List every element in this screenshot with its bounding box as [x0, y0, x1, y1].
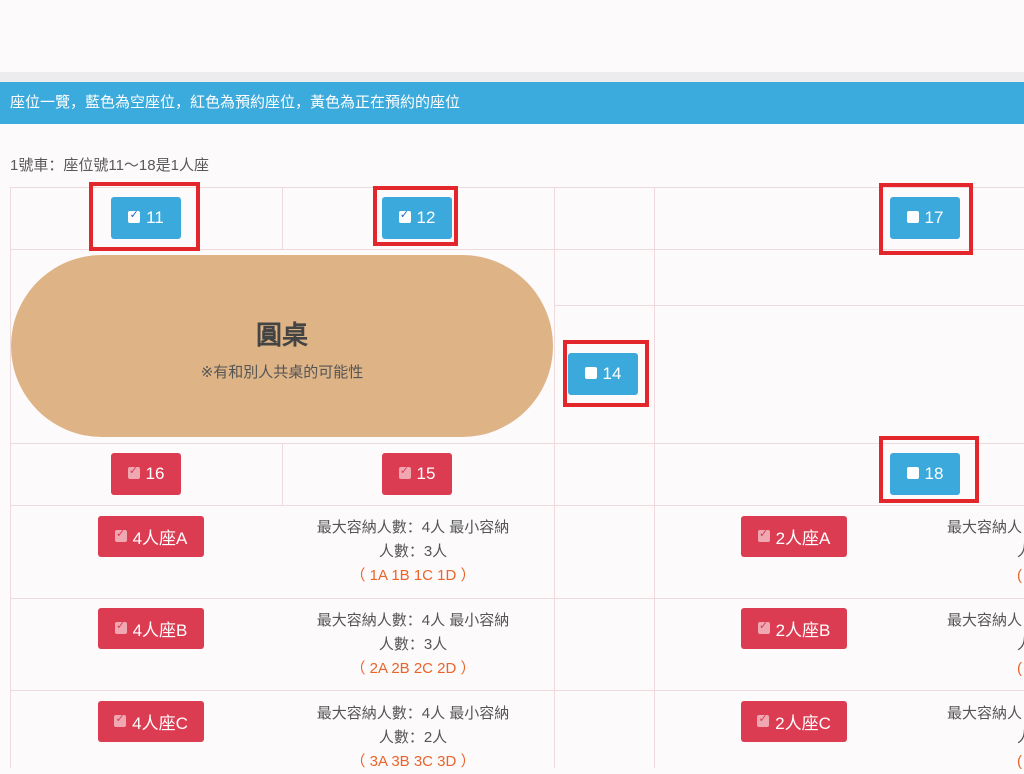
round-table: 圓桌 ※有和別人共桌的可能性 [11, 255, 553, 437]
checkbox-checked-icon[interactable] [398, 464, 411, 479]
round-table-note: ※有和別人共桌的可能性 [200, 364, 364, 381]
checkbox-checked-icon[interactable] [127, 464, 140, 479]
capacity-text: 最大容納人 [947, 519, 1023, 536]
capacity-text: 人 [947, 633, 1024, 657]
capacity-text: 人數：3人 [378, 636, 448, 653]
capacity-text: 最大容納人 [947, 612, 1023, 629]
seat-18-highlight [879, 436, 979, 503]
group-seat-b-button[interactable]: 4人座B [98, 608, 204, 649]
grid-line [10, 443, 1024, 444]
checkbox-checked-icon[interactable] [114, 619, 127, 634]
checkbox-checked-icon[interactable] [757, 712, 770, 727]
pair-seat-label: 2人座A [775, 529, 831, 548]
capacity-text: 最大容納人數：4人 最小容納 [316, 612, 510, 629]
capacity-text: 人數：3人 [378, 543, 448, 560]
grid-line [10, 690, 1024, 691]
grid-line [554, 305, 1024, 306]
seat-14-highlight [563, 340, 649, 407]
seat-legend-banner: 座位一覽，藍色為空座位，紅色為預約座位，黃色為正在預約的座位 [0, 82, 1024, 124]
capacity-text: 最大容納人數：4人 最小容納 [316, 519, 510, 536]
pair-seat-label: 2人座B [775, 621, 831, 640]
group-seat-a-info: 最大容納人數：4人 最小容納 人數：3人 （ 1A 1B 1C 1D ） [290, 516, 536, 588]
capacity-text: 最大容納人數：4人 最小容納 [316, 705, 510, 722]
group-seat-c-info: 最大容納人數：4人 最小容納 人數：2人 （ 3A 3B 3C 3D ） [290, 702, 536, 774]
grid-line [282, 443, 283, 505]
group-seat-label: 4人座B [132, 621, 188, 640]
grid-line [10, 187, 11, 768]
seat-codes: ( [1017, 753, 1022, 770]
group-seat-b-info: 最大容納人數：4人 最小容納 人數：3人 （ 2A 2B 2C 2D ） [290, 609, 536, 681]
pair-seat-b-button[interactable]: 2人座B [741, 608, 847, 649]
grid-line [554, 187, 555, 768]
group-seat-c-button[interactable]: 4人座C [98, 701, 204, 742]
top-bar [0, 0, 1024, 72]
grid-line [654, 187, 655, 768]
capacity-text: 人 [947, 726, 1024, 750]
group-seat-a-button[interactable]: 4人座A [98, 516, 204, 557]
pair-seat-c-info: 最大容納人 人 ( [947, 702, 1024, 774]
seat-codes: （ 1A 1B 1C 1D ） [350, 567, 476, 584]
seat-17-highlight [879, 183, 973, 255]
seat-15-button[interactable]: 15 [382, 453, 452, 495]
round-table-title: 圓桌 [255, 320, 308, 350]
capacity-text: 人數：2人 [378, 729, 448, 746]
checkbox-checked-icon[interactable] [757, 527, 770, 542]
grid-line [10, 505, 1024, 506]
seat-codes: （ 2A 2B 2C 2D ） [350, 660, 476, 677]
seat-number: 16 [145, 464, 165, 483]
pair-seat-a-info: 最大容納人 人 ( [947, 516, 1024, 588]
pair-seat-c-button[interactable]: 2人座C [741, 701, 847, 742]
seat-16-button[interactable]: 16 [111, 453, 181, 495]
capacity-text: 人 [947, 540, 1024, 564]
top-divider [0, 72, 1024, 82]
capacity-text: 最大容納人 [947, 705, 1023, 722]
seat-12-highlight [373, 186, 458, 246]
seat-codes: ( [1017, 567, 1022, 584]
pair-seat-a-button[interactable]: 2人座A [741, 516, 847, 557]
grid-line [282, 187, 283, 249]
car-caption: 1號車：座位號11～18是1人座 [10, 157, 209, 174]
checkbox-checked-icon[interactable] [114, 527, 127, 542]
checkbox-checked-icon[interactable] [114, 712, 127, 727]
group-seat-label: 4人座C [132, 714, 188, 733]
seat-number: 15 [416, 464, 436, 483]
seat-11-highlight [89, 182, 200, 251]
group-seat-label: 4人座A [132, 529, 188, 548]
pair-seat-b-info: 最大容納人 人 ( [947, 609, 1024, 681]
checkbox-checked-icon[interactable] [757, 619, 770, 634]
seat-codes: （ 3A 3B 3C 3D ） [350, 753, 476, 770]
grid-line [10, 598, 1024, 599]
seat-codes: ( [1017, 660, 1022, 677]
pair-seat-label: 2人座C [775, 714, 831, 733]
